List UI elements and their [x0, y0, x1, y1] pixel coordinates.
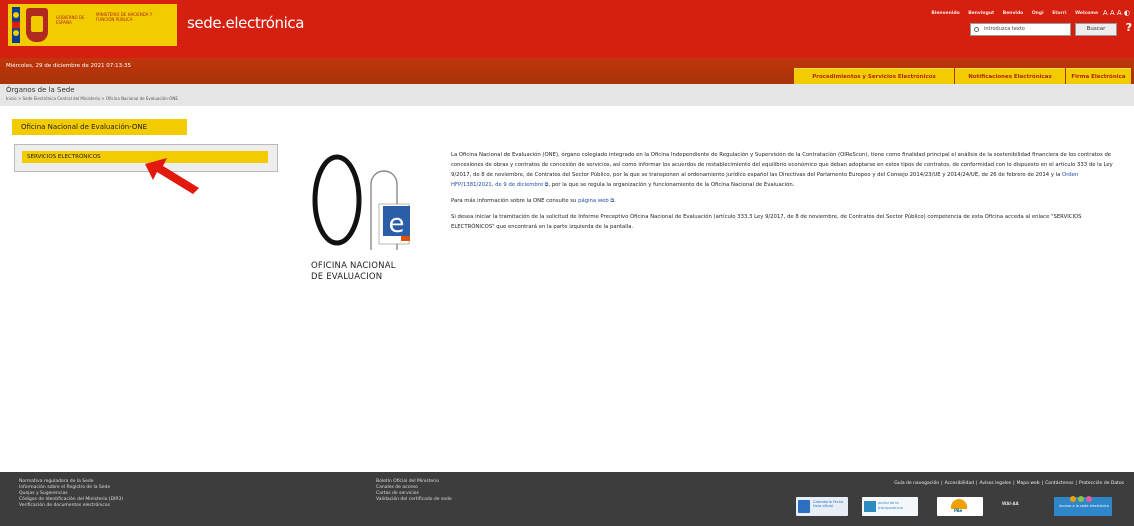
search-button[interactable]: Buscar: [1075, 23, 1117, 36]
gov-label: GOBIERNO DE ESPAÑA: [56, 15, 85, 25]
footer-link-accesibilidad[interactable]: Accesibilidad: [945, 481, 974, 486]
svg-text:e: e: [389, 209, 405, 239]
main-content: La Oficina Nacional de Evaluación (ONE),…: [451, 150, 1121, 238]
footer-link-datos[interactable]: Protección de Datos: [1079, 481, 1124, 486]
footer-link-contacto[interactable]: Contáctenos: [1045, 481, 1073, 486]
footer-link-guia[interactable]: Guía de navegación: [894, 481, 939, 486]
search-icon: [974, 27, 979, 32]
pagina-web-link[interactable]: página web: [578, 198, 609, 204]
lang-link-en[interactable]: Welcome: [1075, 11, 1098, 16]
red-arrow-annotation: [145, 158, 199, 194]
lang-link-gl[interactable]: Benvido: [1003, 11, 1023, 16]
ministry-label: MINISTERIO DE HACIENDA Y FUNCIÓN PÚBLICA: [96, 12, 153, 22]
help-icon[interactable]: ?: [1126, 21, 1132, 34]
lang-link-eu[interactable]: Ongi Etorri: [1032, 11, 1067, 16]
footer-link-avisos[interactable]: Avisos legales: [980, 481, 1012, 486]
page: GOBIERNO DE ESPAÑA MINISTERIO DE HACIEND…: [0, 0, 1134, 526]
search-placeholder: introduzca texto: [984, 26, 1025, 32]
one-logo-label: OFICINA NACIONAL DE EVALUACION: [311, 261, 396, 282]
lang-link-ca[interactable]: Benvingut: [968, 11, 994, 16]
tab-procedimientos[interactable]: Procedimientos y Servicios Electrónicos: [794, 68, 954, 84]
paragraph-intro: La Oficina Nacional de Evaluación (ONE),…: [451, 152, 1113, 188]
office-title: Oficina Nacional de Evaluación-ONE: [12, 119, 187, 135]
breadcrumb[interactable]: Inicio > Sede Electrónica Central del Mi…: [6, 96, 178, 101]
sede-title[interactable]: sede.electrónica: [187, 14, 304, 32]
current-date: Miércoles, 29 de diciembre de 2021 07:13…: [6, 63, 131, 69]
calendar-badge[interactable]: Calendario Fecha Hora oficial: [796, 497, 848, 516]
government-logo[interactable]: GOBIERNO DE ESPAÑA MINISTERIO DE HACIEND…: [8, 4, 177, 46]
footer-link[interactable]: Validación del certificado de sede: [376, 497, 452, 503]
breadcrumb-area: Órganos de la Sede Inicio > Sede Electró…: [0, 84, 1134, 106]
sede-access-badge[interactable]: Acceso a la sede electrónica: [1054, 496, 1112, 516]
tab-notificaciones[interactable]: Notificaciones Electrónicas: [955, 68, 1065, 84]
footer-column-1: Normativa reguladora de la Sede Informac…: [19, 479, 123, 509]
footer-link-mapa[interactable]: Mapa web: [1017, 481, 1040, 486]
tab-firma[interactable]: Firma Electrónica: [1066, 68, 1131, 84]
coat-of-arms-icon: [26, 8, 48, 42]
site-footer: Normativa reguladora de la Sede Informac…: [0, 472, 1134, 526]
language-links: Bienvenido Benvingut Benvido Ongi Etorri…: [931, 11, 1098, 16]
footer-column-2: Boletín Oficial del Ministerio Canales d…: [376, 479, 452, 503]
font-size-controls[interactable]: A A A ◐: [1103, 9, 1130, 17]
paragraph-info: Para más información sobre la ONE consul…: [451, 198, 616, 204]
search-input[interactable]: introduzca texto: [970, 23, 1071, 36]
page-title: Órganos de la Sede: [6, 86, 75, 94]
lang-link-es[interactable]: Bienvenido: [931, 11, 959, 16]
footer-links: Guía de navegación | Accesibilidad | Avisos …: [894, 481, 1124, 486]
pae-badge[interactable]: PAe: [937, 497, 983, 516]
transparency-badge[interactable]: portal de la transparencia: [862, 497, 918, 516]
wai-aa-badge[interactable]: WAI-AA: [1000, 497, 1030, 516]
contrast-icon[interactable]: ◐: [1124, 9, 1130, 17]
footer-link[interactable]: Verificación de documentos electrónicos: [19, 503, 123, 509]
site-header: GOBIERNO DE ESPAÑA MINISTERIO DE HACIEND…: [0, 0, 1134, 58]
paragraph-instructions: Si desea iniciar la tramitación de la so…: [451, 214, 1082, 230]
